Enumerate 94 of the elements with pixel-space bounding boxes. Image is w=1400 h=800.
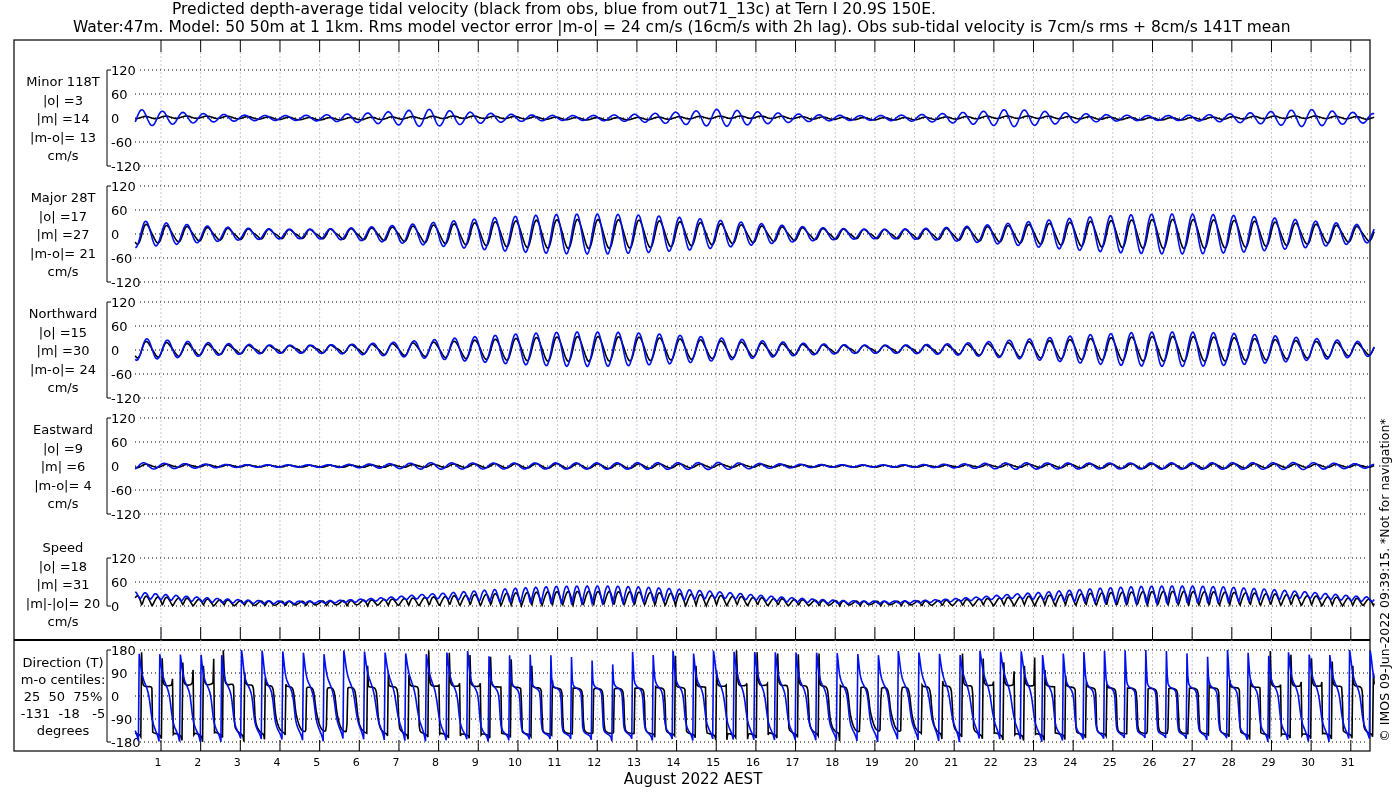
- axis-tick-label: -60: [111, 483, 133, 498]
- axis-tick-label: 8: [432, 756, 440, 769]
- axis-tick-label: 26: [1142, 756, 1157, 769]
- axis-tick-label: 27: [1182, 756, 1197, 769]
- axis-tick-label: 0: [111, 111, 120, 126]
- axis-tick-label: 13: [626, 756, 641, 769]
- panel-label: |o| =3: [43, 92, 83, 108]
- panel-label: |m-o|= 4: [34, 477, 92, 493]
- panel-label: cm/s: [47, 496, 79, 511]
- axis-tick-label: 12: [587, 756, 602, 769]
- panel-label: |o| =9: [43, 440, 83, 456]
- axis-tick-label: 120: [111, 295, 136, 310]
- axis-tick-label: 7: [392, 756, 400, 769]
- panel-label: m-o centiles:: [20, 672, 106, 687]
- axis-tick-label: 60: [111, 203, 128, 218]
- panel-label: |m-o|= 24: [30, 361, 96, 377]
- axis-tick-label: 16: [745, 756, 760, 769]
- axis-tick-label: 0: [111, 459, 120, 474]
- axis-tick-label: -120: [111, 159, 141, 174]
- axis-tick-label: 60: [111, 87, 128, 102]
- axis-tick-label: 0: [111, 599, 120, 614]
- axis-tick-label: 60: [111, 319, 128, 334]
- panel-label: Direction (T): [22, 655, 104, 670]
- axis-tick-label: 3: [233, 756, 241, 769]
- axis-tick-label: 19: [864, 756, 879, 769]
- axis-tick-label: -60: [111, 367, 133, 382]
- panel-label: |m| =31: [36, 577, 90, 592]
- axis-tick-label: 20: [904, 756, 919, 769]
- axis-tick-label: 31: [1340, 756, 1355, 769]
- axis-tick-label: 9: [471, 756, 479, 769]
- panel-label: |m| =27: [36, 227, 90, 242]
- axis-bracket: [106, 557, 112, 607]
- panel-label: Northward: [28, 306, 98, 321]
- axis-tick-label: 0: [111, 343, 120, 358]
- axis-tick-label: 120: [111, 411, 136, 426]
- panel-label: |o| =18: [38, 558, 88, 574]
- panel-label: degrees: [36, 723, 90, 738]
- axis-tick-label: 0: [111, 689, 120, 704]
- axis-tick-label: 120: [111, 551, 136, 566]
- axis-tick-label: 60: [111, 575, 128, 590]
- panel-label: Speed: [42, 540, 84, 555]
- panel-label: |m-o|= 21: [30, 245, 96, 261]
- panel-label: cm/s: [47, 380, 79, 395]
- axis-tick-label: 4: [273, 756, 281, 769]
- axis-tick-label: 14: [666, 756, 681, 769]
- axis-tick-label: -120: [111, 391, 141, 406]
- axis-tick-label: 11: [547, 756, 562, 769]
- axis-tick-label: -90: [111, 712, 133, 727]
- axis-tick-label: 29: [1261, 756, 1276, 769]
- panel-label: Major 28T: [30, 190, 96, 205]
- axis-tick-label: 1: [154, 756, 162, 769]
- axis-tick-label: 120: [111, 63, 136, 78]
- axis-tick-label: 17: [785, 756, 800, 769]
- axis-tick-label: 5: [313, 756, 321, 769]
- panel-label: |m| =6: [40, 459, 86, 474]
- axis-tick-label: 90: [111, 666, 128, 681]
- panel-label: Minor 118T: [26, 74, 100, 89]
- panel-label: |m| =14: [36, 111, 90, 126]
- axis-tick-label: 18: [825, 756, 840, 769]
- chart-title: Water:47m. Model: 50 50m at 1 1km. Rms model vector error |m-o| = 24 cm/s (16cm/s with 2h lag). Obs sub-tidal velocity is 7cm/s rms + 8cm/s 141T mean: [73, 18, 1291, 36]
- chart-title: Predicted depth-average tidal velocity (black from obs, blue from out71_13c) at Tern I 20.9S 150E.: [172, 0, 936, 18]
- axis-tick-label: 21: [944, 756, 959, 769]
- panel-label: |m-o|= 13: [30, 129, 96, 145]
- axis-tick-label: 6: [352, 756, 360, 769]
- axis-tick-label: 24: [1063, 756, 1078, 769]
- axis-tick-label: -120: [111, 507, 141, 522]
- panel-label: |m| =30: [36, 343, 90, 358]
- axis-tick-label: 25: [1102, 756, 1117, 769]
- panel-label: cm/s: [47, 614, 79, 629]
- axis-tick-label: 2: [194, 756, 202, 769]
- axis-tick-label: 30: [1301, 756, 1316, 769]
- axis-tick-label: 120: [111, 179, 136, 194]
- axis-tick-label: -120: [111, 275, 141, 290]
- panel-label: 25 50 75%: [23, 689, 103, 704]
- axis-tick-label: 15: [706, 756, 721, 769]
- axis-tick-label: 0: [111, 227, 120, 242]
- copyright-note: © IMOS 09-Jun-2022 09:39:15. *Not for navigation*: [1377, 418, 1392, 742]
- axis-title: August 2022 AEST: [623, 770, 763, 788]
- panel-label: cm/s: [47, 148, 79, 163]
- panel-label: |o| =17: [38, 208, 88, 224]
- axis-tick-label: -180: [111, 735, 141, 750]
- panel-label: cm/s: [47, 264, 79, 279]
- panel-label: |o| =15: [38, 324, 88, 340]
- panel-label: -131 -18 -5: [20, 706, 106, 721]
- axis-tick-label: 60: [111, 435, 128, 450]
- panel-label: |m|-|o|= 20: [25, 595, 101, 611]
- axis-tick-label: 22: [983, 756, 998, 769]
- axis-tick-label: 10: [507, 756, 522, 769]
- axis-tick-label: 23: [1023, 756, 1038, 769]
- axis-tick-label: 180: [111, 643, 136, 658]
- axis-tick-label: -60: [111, 135, 133, 150]
- axis-tick-label: -60: [111, 251, 133, 266]
- axis-tick-label: 28: [1221, 756, 1236, 769]
- panel-label: Eastward: [33, 422, 93, 437]
